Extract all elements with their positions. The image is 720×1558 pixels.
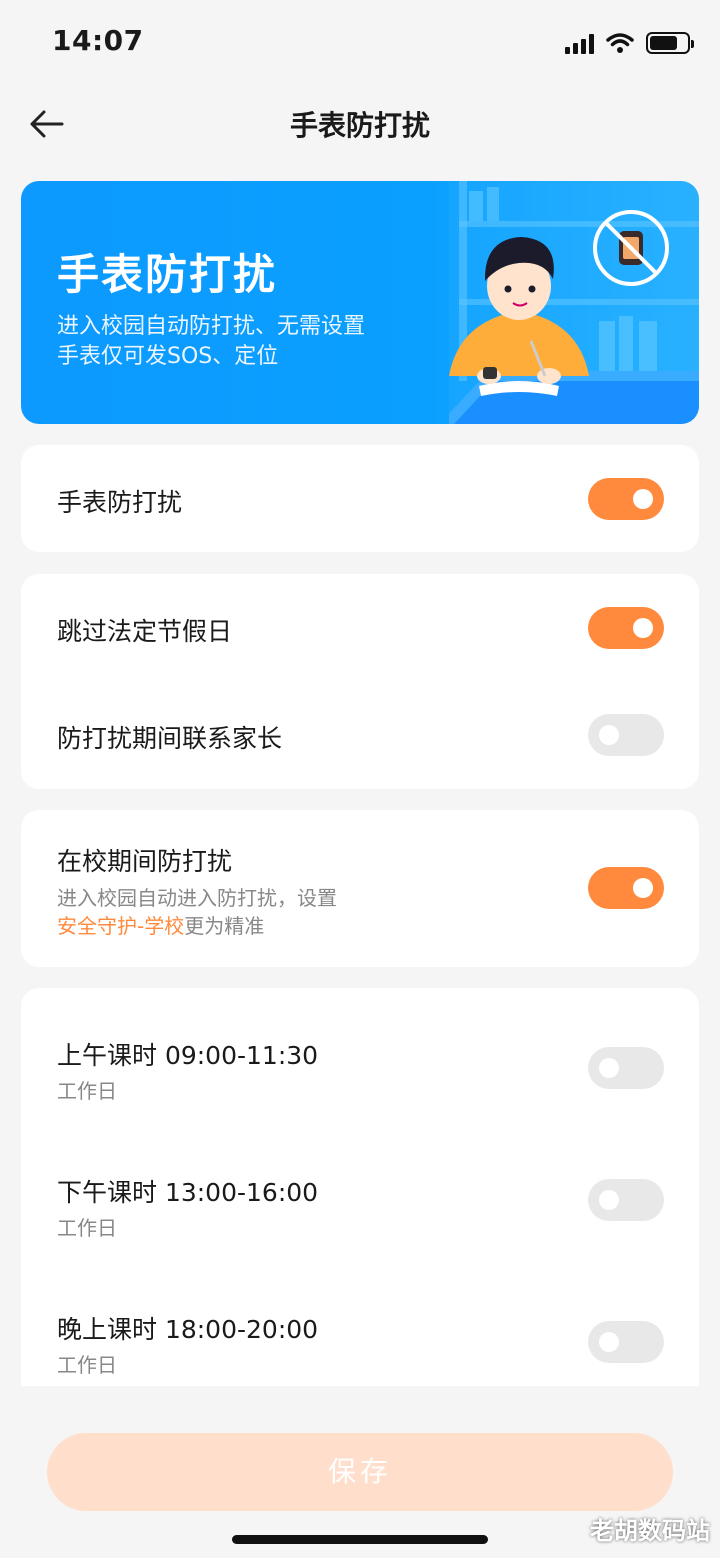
save-button[interactable]: 保存	[47, 1433, 673, 1511]
skip-holidays-row: 跳过法定节假日	[21, 574, 699, 681]
period-row: 下午课时 13:00-16:00 工作日	[21, 1128, 699, 1265]
contact-parents-toggle[interactable]	[588, 714, 664, 756]
safety-school-link[interactable]: 安全守护-学校	[57, 914, 184, 938]
period-label: 下午课时 13:00-16:00	[57, 1178, 319, 1207]
status-time: 14:07	[52, 24, 144, 57]
watch-dnd-card: 手表防打扰	[21, 445, 699, 552]
period-days: 工作日	[57, 1216, 117, 1240]
status-bar: 14:07	[0, 0, 720, 86]
banner-description-line1: 进入校园自动防打扰、无需设置	[57, 314, 366, 339]
school-dnd-row: 在校期间防打扰 进入校园自动进入防打扰，设置 安全守护-学校更为精准	[21, 810, 699, 967]
school-dnd-description: 进入校园自动进入防打扰，设置	[57, 886, 337, 910]
contact-parents-row: 防打扰期间联系家长	[21, 681, 699, 789]
class-periods-card: 上午课时 09:00-11:30 工作日 下午课时 13:00-16:00 工作…	[21, 988, 699, 1408]
period-label: 晚上课时 18:00-20:00	[57, 1315, 319, 1344]
morning-period-toggle[interactable]	[588, 1047, 664, 1089]
status-icons	[565, 30, 694, 56]
banner-description-line2: 手表仅可发SOS、定位	[57, 344, 279, 369]
evening-period-toggle[interactable]	[588, 1321, 664, 1363]
afternoon-period-toggle[interactable]	[588, 1179, 664, 1221]
school-dnd-description-line2: 安全守护-学校更为精准	[57, 910, 264, 939]
period-row: 上午课时 09:00-11:30 工作日	[21, 988, 699, 1128]
period-days: 工作日	[57, 1353, 117, 1377]
options-card: 跳过法定节假日 防打扰期间联系家长	[21, 574, 699, 789]
banner-title: 手表防打扰	[57, 250, 278, 299]
period-days: 工作日	[57, 1079, 117, 1103]
contact-parents-label: 防打扰期间联系家长	[57, 724, 283, 753]
page-title: 手表防打扰	[289, 109, 430, 142]
battery-icon	[646, 32, 694, 54]
cellular-signal-icon	[565, 32, 594, 54]
school-dnd-label: 在校期间防打扰	[57, 847, 233, 876]
skip-holidays-toggle[interactable]	[588, 607, 664, 649]
watch-dnd-toggle[interactable]	[588, 478, 664, 520]
period-row: 晚上课时 18:00-20:00 工作日	[21, 1265, 699, 1385]
student-illustration-icon	[449, 181, 699, 424]
home-indicator	[232, 1535, 488, 1544]
school-dnd-toggle[interactable]	[588, 867, 664, 909]
intro-banner: 手表防打扰 进入校园自动防打扰、无需设置 手表仅可发SOS、定位	[21, 181, 699, 424]
school-dnd-description-tail: 更为精准	[184, 914, 265, 938]
school-dnd-card: 在校期间防打扰 进入校园自动进入防打扰，设置 安全守护-学校更为精准	[21, 810, 699, 967]
period-label: 上午课时 09:00-11:30	[57, 1041, 319, 1070]
watch-dnd-label: 手表防打扰	[57, 488, 183, 517]
skip-holidays-label: 跳过法定节假日	[57, 617, 233, 646]
watch-dnd-row: 手表防打扰	[21, 445, 699, 552]
nav-bar: 手表防打扰	[0, 86, 720, 162]
wifi-icon	[606, 33, 634, 53]
watermark-text: 老胡数码站	[590, 1517, 710, 1545]
